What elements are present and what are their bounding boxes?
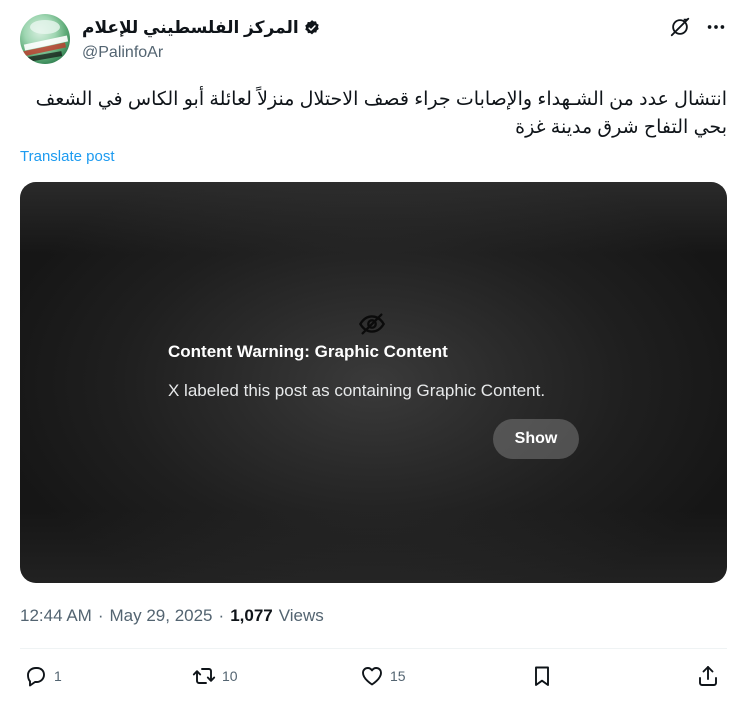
content-warning-title: Content Warning: Graphic Content: [168, 342, 448, 361]
bookmark-icon: [535, 666, 549, 686]
post-header: المركز الفلسطيني للإعلام @PalinfoAr: [20, 14, 727, 70]
more-icon[interactable]: [705, 16, 727, 38]
heart-icon: [362, 667, 382, 686]
divider: [20, 648, 727, 649]
post-time[interactable]: 12:44 AM: [20, 606, 92, 626]
post-date[interactable]: May 29, 2025: [110, 606, 213, 626]
repost-count: 10: [222, 668, 238, 684]
meta-separator: ·: [97, 606, 104, 625]
action-bar: 1 10 15: [20, 664, 727, 696]
bookmark-button[interactable]: [530, 664, 554, 688]
translate-post-link[interactable]: Translate post: [20, 148, 115, 165]
post-text: انتشال عدد من الشـهداء والإصابات جراء قص…: [35, 89, 727, 138]
share-button[interactable]: [696, 664, 720, 688]
eye-slash-icon: [358, 313, 386, 335]
repost-icon: [192, 668, 216, 684]
reply-button[interactable]: 1: [24, 664, 62, 688]
author-info: المركز الفلسطيني للإعلام @PalinfoAr: [82, 16, 321, 62]
content-warning-body: X labeled this post as containing Graphi…: [168, 381, 546, 400]
repost-button[interactable]: 10: [192, 664, 238, 688]
share-icon: [699, 666, 717, 686]
avatar[interactable]: [20, 14, 70, 64]
post-meta: 12:44 AM · May 29, 2025 · 1,077 Views: [20, 606, 324, 626]
reply-count: 1: [54, 668, 62, 684]
top-actions: [669, 16, 727, 38]
avatar-sky: [30, 20, 60, 34]
reply-icon: [27, 667, 45, 687]
verified-badge-icon: [304, 20, 319, 35]
views-count: 1,077: [230, 606, 273, 625]
like-button[interactable]: 15: [360, 664, 406, 688]
meta-separator: ·: [218, 606, 225, 625]
show-button[interactable]: Show: [493, 419, 579, 459]
media-container[interactable]: Content Warning: Graphic Content X label…: [20, 182, 727, 583]
grok-icon[interactable]: [669, 16, 691, 38]
views-label: Views: [278, 606, 324, 625]
display-name[interactable]: المركز الفلسطيني للإعلام: [82, 18, 299, 38]
like-count: 15: [390, 668, 406, 684]
handle[interactable]: @PalinfoAr: [82, 44, 321, 62]
display-name-row[interactable]: المركز الفلسطيني للإعلام: [82, 16, 321, 40]
